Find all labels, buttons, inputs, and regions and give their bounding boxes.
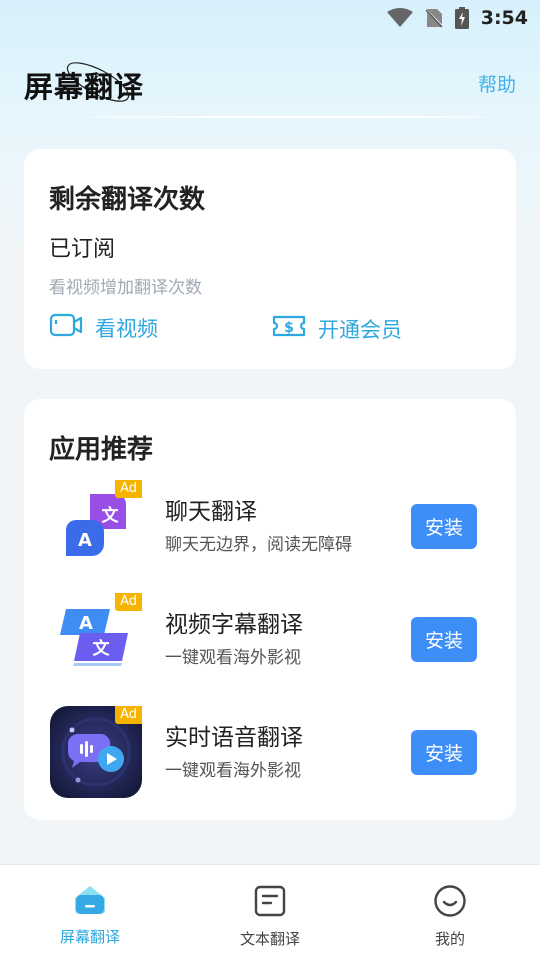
install-button[interactable]: 安装 xyxy=(411,730,477,775)
svg-text:A: A xyxy=(78,530,92,551)
recommend-title: 应用推荐 xyxy=(49,435,154,465)
list-item[interactable]: 文 A Ad 聊天翻译 聊天无边界，阅读无障碍 安装 xyxy=(24,480,516,576)
open-vip-label: 开通会员 xyxy=(318,317,402,342)
ad-badge: Ad xyxy=(115,593,142,611)
app-description: 一键观看海外影视 xyxy=(165,761,301,781)
app-description: 聊天无边界，阅读无障碍 xyxy=(165,535,352,555)
list-item[interactable]: Ad 实时语音翻译 一键观看海外影视 安装 xyxy=(24,706,516,802)
ad-badge: Ad xyxy=(115,480,142,498)
list-item[interactable]: A 文 Ad 视频字幕翻译 一键观看海外影视 安装 xyxy=(24,593,516,689)
chat-translate-icon: 文 A Ad xyxy=(50,480,142,572)
app-recommend-card: 应用推荐 文 A Ad 聊天翻译 聊天无边界，阅读无障碍 安装 A 文 Ad 视… xyxy=(24,399,516,820)
svg-text:A: A xyxy=(79,613,93,634)
tab-label: 屏幕翻译 xyxy=(59,928,120,946)
page-title: 屏幕翻译 xyxy=(24,70,145,104)
svg-text:$: $ xyxy=(284,320,294,336)
bottom-nav: 屏幕翻译 文本翻译 我的 xyxy=(0,864,540,961)
vip-ticket-icon: $ xyxy=(272,312,306,345)
status-bar: 3:54 xyxy=(0,0,540,36)
svg-text:文: 文 xyxy=(102,505,120,526)
open-vip-button[interactable]: $ 开通会员 xyxy=(272,312,402,345)
app-name: 聊天翻译 xyxy=(165,499,257,525)
battery-charging-icon xyxy=(454,7,469,29)
help-link[interactable]: 帮助 xyxy=(478,70,516,97)
home-icon xyxy=(73,884,107,920)
app-name: 视频字幕翻译 xyxy=(165,612,303,638)
voice-translate-icon: Ad xyxy=(50,706,142,798)
app-header: 屏幕翻译 帮助 xyxy=(0,56,540,116)
tab-mine[interactable]: 我的 xyxy=(360,865,540,961)
app-name: 实时语音翻译 xyxy=(165,725,303,751)
no-sim-icon xyxy=(424,8,443,28)
install-button[interactable]: 安装 xyxy=(411,617,477,662)
ad-badge: Ad xyxy=(115,706,142,724)
watch-video-button[interactable]: 看视频 xyxy=(49,312,158,343)
status-time: 3:54 xyxy=(480,7,528,29)
tab-label: 我的 xyxy=(434,930,465,948)
quota-card: 剩余翻译次数 已订阅 看视频增加翻译次数 看视频 $ 开通会员 xyxy=(24,149,516,369)
svg-text:文: 文 xyxy=(93,638,111,659)
quota-title: 剩余翻译次数 xyxy=(49,185,206,215)
tab-label: 文本翻译 xyxy=(239,930,300,948)
document-icon xyxy=(253,884,287,922)
subtitle-translate-icon: A 文 Ad xyxy=(50,593,142,685)
tab-screen-translate[interactable]: 屏幕翻译 xyxy=(0,865,180,961)
tab-text-translate[interactable]: 文本翻译 xyxy=(180,865,360,961)
subscription-status: 已订阅 xyxy=(49,237,116,262)
profile-icon xyxy=(433,884,467,922)
watch-video-label: 看视频 xyxy=(95,316,158,341)
install-button[interactable]: 安装 xyxy=(411,504,477,549)
header-divider xyxy=(34,116,510,118)
app-description: 一键观看海外影视 xyxy=(165,648,301,668)
quota-hint: 看视频增加翻译次数 xyxy=(49,278,202,298)
wifi-icon xyxy=(386,8,413,28)
video-icon xyxy=(49,312,83,343)
